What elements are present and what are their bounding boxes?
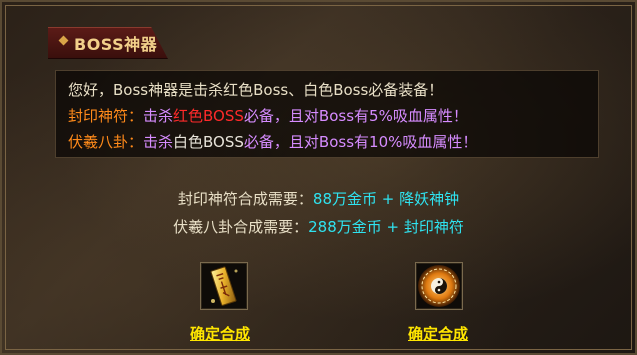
bagua-compass-icon — [418, 265, 460, 307]
seal-talisman-requirement: 封印神符合成需要：88万金币 + 降妖神钟 — [0, 188, 637, 209]
confirm-craft-bagua-button[interactable]: 确定合成 — [408, 323, 468, 344]
seal-talisman-highlight: 红色BOSS — [173, 107, 244, 125]
seal-talisman-info: 封印神符：击杀红色BOSS必备，且对Boss有5%吸血属性！ — [68, 105, 468, 126]
requirement-label: 封印神符合成需要： — [177, 190, 313, 208]
bagua-slot[interactable] — [415, 262, 463, 310]
panel-title: BOSS神器 — [74, 35, 158, 54]
bagua-label: 伏羲八卦： — [68, 133, 144, 151]
seal-talisman-slot[interactable] — [200, 262, 248, 310]
seal-talisman-pre: 击杀 — [143, 107, 174, 125]
info-box: 您好，Boss神器是击杀红色Boss、白色Boss必备装备！ 封印神符：击杀红色… — [55, 70, 599, 158]
seal-talisman-post: 必备，且对Boss有5%吸血属性！ — [243, 107, 468, 125]
seal-talisman-label: 封印神符： — [68, 107, 144, 125]
bagua-highlight: 白色BOSS — [173, 133, 244, 151]
bagua-pre: 击杀 — [143, 133, 174, 151]
requirement-label: 伏羲八卦合成需要： — [173, 218, 309, 236]
bagua-requirement: 伏羲八卦合成需要：288万金币 + 封印神符 — [0, 216, 637, 237]
requirement-value: 88万金币 + 降妖神钟 — [312, 190, 460, 208]
bagua-post: 必备，且对Boss有10%吸血属性！ — [243, 133, 478, 151]
intro-text: 您好，Boss神器是击杀红色Boss、白色Boss必备装备！ — [68, 81, 444, 99]
confirm-craft-seal-button[interactable]: 确定合成 — [190, 323, 250, 344]
bagua-info: 伏羲八卦：击杀白色BOSS必备，且对Boss有10%吸血属性！ — [68, 131, 477, 152]
talisman-scroll-icon — [210, 266, 238, 306]
requirement-value: 288万金币 + 封印神符 — [308, 218, 464, 236]
